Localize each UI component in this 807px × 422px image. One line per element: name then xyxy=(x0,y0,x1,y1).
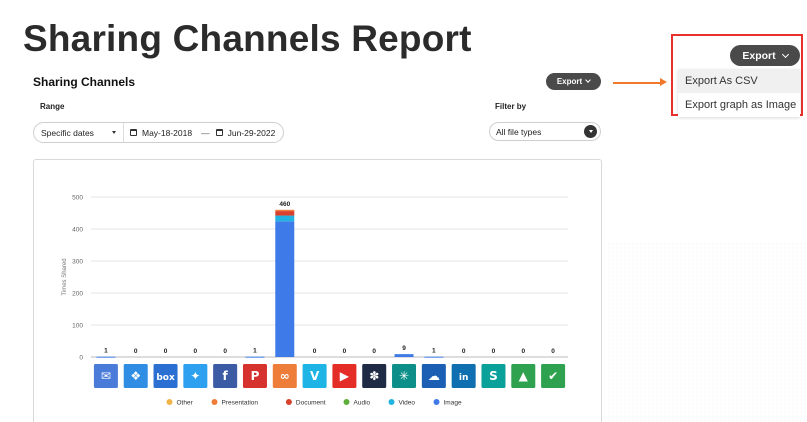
data-label: 1 xyxy=(253,348,257,355)
bar-segment xyxy=(275,215,295,222)
y-tick-label: 400 xyxy=(72,227,83,234)
data-label: 0 xyxy=(462,348,466,355)
legend-swatch xyxy=(388,399,395,405)
range-label: Range xyxy=(40,102,65,111)
sharing-channels-chart: 0100200300400500Times Shared1✉0❖0box0✦0f… xyxy=(62,195,568,407)
data-label: 9 xyxy=(402,345,406,352)
range-mode-select[interactable]: Specific dates xyxy=(34,123,124,142)
data-label: 0 xyxy=(521,348,525,355)
date-range-picker: Specific dates May-18-2018 — Jun-29-2022 xyxy=(33,122,284,143)
panel-title: Sharing Channels xyxy=(33,75,136,89)
legend-swatch xyxy=(285,399,292,405)
dropbox-icon-glyph: ❖ xyxy=(130,369,141,383)
approve-icon-glyph: ✔ xyxy=(548,369,558,383)
bar-segment xyxy=(275,209,295,212)
flock-icon-glyph: ✳ xyxy=(399,369,409,383)
y-tick-label: 0 xyxy=(79,355,83,362)
email-icon-glyph: ✉ xyxy=(101,369,111,383)
legend-label: Other xyxy=(177,400,194,407)
range-mode-value: Specific dates xyxy=(41,127,94,138)
export-button-label: Export xyxy=(556,77,583,86)
bar-segment xyxy=(245,356,265,358)
slide-title: Sharing Channels Report xyxy=(23,18,472,59)
link-icon-glyph: ∞ xyxy=(280,369,290,383)
file-type-filter-select[interactable]: All file types xyxy=(489,122,601,141)
youtube-icon-glyph: ▶ xyxy=(340,369,350,383)
y-axis-label: Times Shared xyxy=(62,258,68,295)
data-label: 0 xyxy=(313,348,317,355)
data-label: 0 xyxy=(551,348,555,355)
data-label: 0 xyxy=(134,348,138,355)
onedrive-icon-glyph: ☁ xyxy=(428,369,440,383)
data-label: 0 xyxy=(492,348,496,355)
data-label: 460 xyxy=(279,201,290,208)
export-image-menu-item[interactable]: Export graph as Image xyxy=(678,93,800,117)
legend-swatch xyxy=(343,399,350,405)
pinterest-icon-glyph: P xyxy=(251,369,260,383)
bar-segment xyxy=(424,356,444,358)
dropdown-toggle-icon xyxy=(584,125,597,138)
legend-swatch xyxy=(433,399,440,405)
bar-segment xyxy=(275,211,295,216)
callout-arrow-head xyxy=(660,78,667,86)
slack-icon-glyph: ✽ xyxy=(369,369,379,383)
data-label: 1 xyxy=(104,348,108,355)
twitter-icon-glyph: ✦ xyxy=(190,369,200,383)
callout-arrow xyxy=(613,82,663,84)
legend-swatch xyxy=(211,399,218,405)
end-date-value: Jun-29-2022 xyxy=(227,127,276,138)
data-label: 0 xyxy=(372,348,376,355)
data-label: 0 xyxy=(223,348,227,355)
y-tick-label: 500 xyxy=(72,195,83,202)
legend-label: Audio xyxy=(354,400,371,407)
export-csv-menu-item[interactable]: Export As CSV xyxy=(678,69,800,93)
callout-export-button[interactable]: Export xyxy=(730,45,800,66)
google-drive-icon-glyph: ▲ xyxy=(519,369,529,383)
chart-card: 0 100 200 300 400 500 Times Shared 1 ✉ 0 ❖ 0 box 0 ✦ 0 f… xyxy=(33,159,602,422)
y-tick-label: 300 xyxy=(72,259,83,266)
decorative-dot-pattern xyxy=(607,242,807,422)
legend-label: Video xyxy=(399,400,416,407)
data-label: 0 xyxy=(194,348,198,355)
legend-label: Image xyxy=(444,400,462,407)
y-tick-label: 200 xyxy=(72,291,83,298)
bar-segment xyxy=(275,221,295,357)
linkedin-icon-glyph: in xyxy=(459,373,469,383)
y-tick-label: 100 xyxy=(72,323,83,330)
data-label: 1 xyxy=(432,348,436,355)
chevron-down-icon xyxy=(781,50,789,58)
sharepoint-icon-glyph: S xyxy=(489,369,498,383)
export-callout: Export Export As CSV Export graph as Ima… xyxy=(671,34,803,117)
bar-segment xyxy=(96,356,116,358)
legend-swatch xyxy=(166,399,173,405)
filter-label: Filter by xyxy=(495,102,527,111)
export-button[interactable]: Export xyxy=(546,73,601,90)
legend-label: Presentation xyxy=(222,400,259,407)
data-label: 0 xyxy=(343,348,347,355)
vimeo-icon-glyph: V xyxy=(310,369,320,383)
calendar-icon xyxy=(215,129,223,136)
end-date-field[interactable]: Jun-29-2022 xyxy=(215,127,276,138)
start-date-value: May-18-2018 xyxy=(142,127,193,138)
start-date-field[interactable]: May-18-2018 xyxy=(124,128,192,138)
box-icon-glyph: box xyxy=(156,373,175,383)
callout-export-label: Export xyxy=(742,49,776,62)
data-label: 0 xyxy=(164,348,168,355)
filter-value: All file types xyxy=(496,126,542,137)
facebook-icon-glyph: f xyxy=(223,369,229,383)
legend-label: Document xyxy=(296,400,326,407)
chevron-down-icon xyxy=(585,77,592,83)
export-menu: Export As CSV Export graph as Image xyxy=(678,69,800,117)
calendar-icon xyxy=(130,129,137,136)
bar-segment xyxy=(394,354,414,357)
caret-down-icon xyxy=(112,131,116,134)
date-separator: — xyxy=(201,127,210,138)
